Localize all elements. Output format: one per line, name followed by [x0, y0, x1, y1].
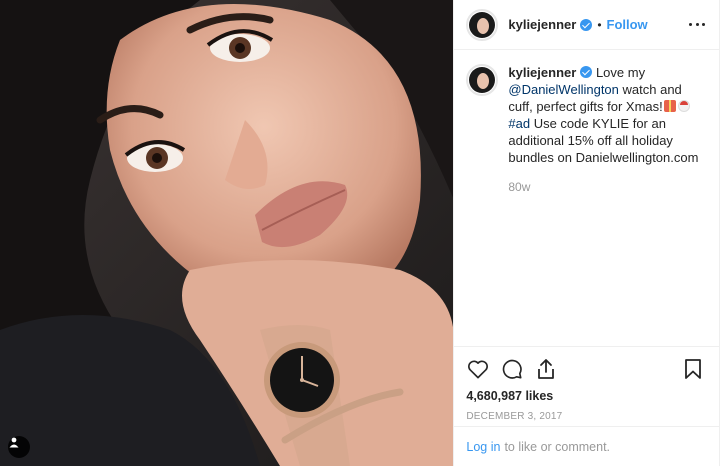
- comment-icon[interactable]: [500, 357, 524, 381]
- post-sidebar: kyliejenner • Follow kyliejenner Love my…: [453, 0, 719, 466]
- gift-emoji-icon: [663, 100, 676, 112]
- caption-timestamp: 80w: [508, 180, 531, 194]
- caption-avatar[interactable]: [466, 64, 499, 96]
- header-username[interactable]: kyliejenner: [508, 17, 576, 32]
- caption: kyliejenner Love my @DanielWellington wa…: [466, 64, 705, 166]
- separator-dot: •: [597, 17, 602, 32]
- post-date: DECEMBER 3, 2017: [466, 411, 563, 422]
- photo-illustration: [0, 0, 454, 466]
- login-suffix: to like or comment.: [504, 439, 611, 454]
- avatar-image: [469, 67, 496, 93]
- login-prompt: Log in to like or comment.: [454, 426, 719, 466]
- verified-badge-icon: [580, 18, 593, 31]
- comments-section: kyliejenner Love my @DanielWellington wa…: [454, 50, 719, 346]
- bookmark-glyph: [685, 359, 701, 379]
- avatar[interactable]: [466, 8, 499, 41]
- heart-icon[interactable]: [466, 357, 490, 381]
- caption-part-1: Love my: [595, 65, 646, 80]
- share-glyph: [538, 359, 555, 379]
- caption-part-3: Use code KYLIE for an additional 15% off…: [508, 116, 699, 165]
- comment-glyph: [503, 359, 523, 379]
- user-tag-icon[interactable]: [8, 436, 30, 458]
- instagram-post: kyliejenner • Follow kyliejenner Love my…: [0, 0, 720, 466]
- hashtag-link[interactable]: #ad: [508, 116, 530, 131]
- caption-username[interactable]: kyliejenner: [508, 65, 576, 80]
- mention-link[interactable]: @DanielWellington: [508, 82, 619, 97]
- post-actions: 4,680,987 likes DECEMBER 3, 2017: [454, 346, 719, 426]
- follow-button[interactable]: Follow: [607, 17, 648, 32]
- caption-text: kyliejenner Love my @DanielWellington wa…: [508, 64, 705, 166]
- heart-glyph: [468, 360, 489, 379]
- santa-emoji-icon: [677, 100, 690, 112]
- verified-badge-icon: [580, 66, 593, 78]
- share-icon[interactable]: [534, 357, 558, 381]
- login-link[interactable]: Log in: [466, 440, 500, 454]
- person-glyph: [9, 437, 19, 448]
- avatar-image: [469, 11, 496, 38]
- avatar-face: [477, 73, 490, 89]
- post-header: kyliejenner • Follow: [454, 0, 719, 50]
- post-photo[interactable]: [0, 0, 454, 466]
- action-icons: [466, 355, 705, 383]
- avatar-face: [477, 17, 490, 34]
- more-options-icon[interactable]: [689, 23, 705, 26]
- bookmark-icon[interactable]: [681, 357, 705, 381]
- like-count[interactable]: 4,680,987 likes: [466, 389, 705, 403]
